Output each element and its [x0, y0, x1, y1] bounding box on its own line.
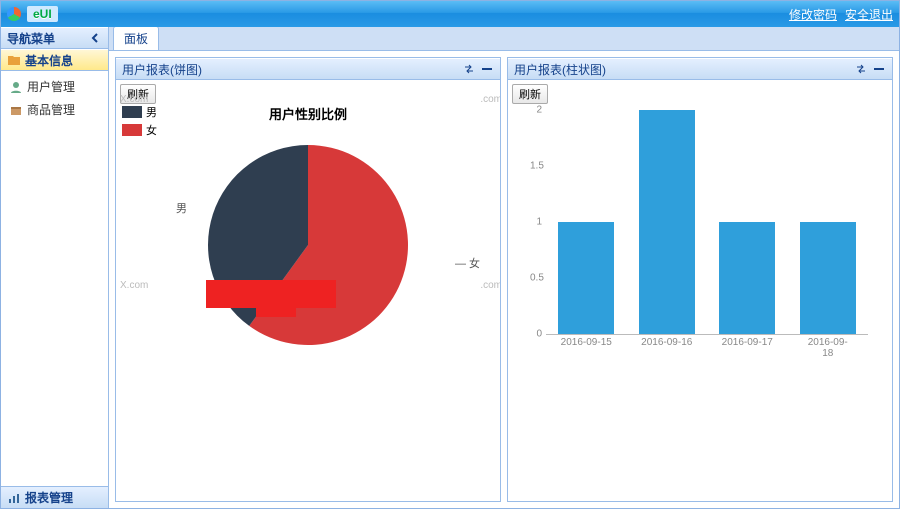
- package-icon: [9, 103, 23, 117]
- portlet-bar: 用户报表(柱状图) 刷新 0 0.5 1 1.5 2 2016-09-15 2016-09-…: [507, 57, 893, 502]
- swap-icon[interactable]: [854, 62, 868, 76]
- y-axis-tick: 1: [530, 217, 542, 228]
- accordion-basic-info-label: 基本信息: [25, 52, 73, 69]
- app-header: eUI 修改密码 安全退出: [1, 1, 899, 27]
- portlet-pie-title: 用户报表(饼图): [122, 61, 202, 78]
- tab-label: 面板: [124, 32, 148, 46]
- pie-chart-title: 用户性别比例: [116, 104, 500, 123]
- chart-icon: [7, 491, 21, 505]
- accordion-report-mgmt-label: 报表管理: [25, 489, 73, 506]
- x-axis-label: 2016-09-16: [641, 337, 692, 348]
- bar: [719, 222, 775, 334]
- redaction-overlay: [256, 295, 296, 317]
- sidebar-item-label: 商品管理: [27, 101, 75, 118]
- bar: [800, 222, 856, 334]
- refresh-pie-button[interactable]: 刷新: [120, 84, 156, 104]
- folder-icon: [7, 53, 21, 67]
- pie-chart: [198, 135, 418, 355]
- watermark: X.com: [120, 280, 148, 291]
- sidebar-item-product-mgmt[interactable]: 商品管理: [1, 98, 108, 121]
- legend-swatch-icon: [122, 124, 142, 136]
- app-logo-icon: [7, 7, 21, 21]
- center-region: 面板 用户报表(饼图) 刷新 用户性别比例: [109, 27, 899, 508]
- refresh-bar-button[interactable]: 刷新: [512, 84, 548, 104]
- legend-label: 男: [146, 104, 157, 120]
- sidebar-item-user-mgmt[interactable]: 用户管理: [1, 75, 108, 98]
- user-icon: [9, 80, 23, 94]
- x-axis-label: 2016-09-18: [808, 337, 848, 359]
- x-axis-label: 2016-09-17: [722, 337, 773, 348]
- y-axis-tick: 2: [530, 105, 542, 116]
- portlet-bar-header: 用户报表(柱状图): [508, 58, 892, 80]
- y-axis-tick: 0.5: [530, 273, 542, 284]
- bar: [558, 222, 614, 334]
- pie-slice-label-female: — 女: [455, 255, 480, 271]
- tab-strip: 面板: [109, 27, 899, 51]
- legend-item-male[interactable]: 男: [122, 104, 157, 120]
- collapse-icon[interactable]: [872, 62, 886, 76]
- legend-swatch-icon: [122, 106, 142, 118]
- pie-legend: 男 女: [122, 104, 157, 140]
- bar-chart: 00.511.522016-09-152016-09-162016-09-172…: [528, 110, 868, 350]
- nav-title: 导航菜单: [7, 30, 55, 47]
- portlet-bar-title: 用户报表(柱状图): [514, 61, 606, 78]
- collapse-icon[interactable]: [480, 62, 494, 76]
- app-title: eUI: [27, 6, 58, 22]
- portlet-pie-header: 用户报表(饼图): [116, 58, 500, 80]
- change-password-link[interactable]: 修改密码: [789, 6, 837, 23]
- sidebar-item-label: 用户管理: [27, 78, 75, 95]
- accordion-basic-info[interactable]: 基本信息: [1, 49, 108, 71]
- portlet-pie-body: 刷新 用户性别比例 男 女: [116, 80, 500, 501]
- nav-sidebar: 导航菜单 基本信息 用户管理 商品管理: [1, 27, 109, 508]
- x-axis-label: 2016-09-15: [561, 337, 612, 348]
- collapse-left-icon[interactable]: [88, 31, 102, 45]
- x-axis-line: [546, 334, 868, 335]
- legend-item-female[interactable]: 女: [122, 122, 157, 138]
- tab-dashboard[interactable]: 面板: [113, 26, 159, 50]
- nav-title-bar: 导航菜单: [1, 27, 108, 49]
- portlet-bar-body: 刷新 0 0.5 1 1.5 2 2016-09-15 2016-09-16 2016-09-…: [508, 80, 892, 501]
- bar: [639, 110, 695, 334]
- accordion-body: 用户管理 商品管理: [1, 71, 108, 486]
- swap-icon[interactable]: [462, 62, 476, 76]
- y-axis-tick: 1.5: [530, 161, 542, 172]
- logout-link[interactable]: 安全退出: [845, 6, 893, 23]
- y-axis-tick: 0: [530, 329, 542, 340]
- watermark: .com: [480, 280, 500, 291]
- pie-slice-label-male: 男: [176, 200, 187, 216]
- tab-pane: 用户报表(饼图) 刷新 用户性别比例 男: [109, 51, 899, 508]
- legend-label: 女: [146, 122, 157, 138]
- accordion-report-mgmt[interactable]: 报表管理: [1, 486, 108, 508]
- portlet-pie: 用户报表(饼图) 刷新 用户性别比例 男: [115, 57, 501, 502]
